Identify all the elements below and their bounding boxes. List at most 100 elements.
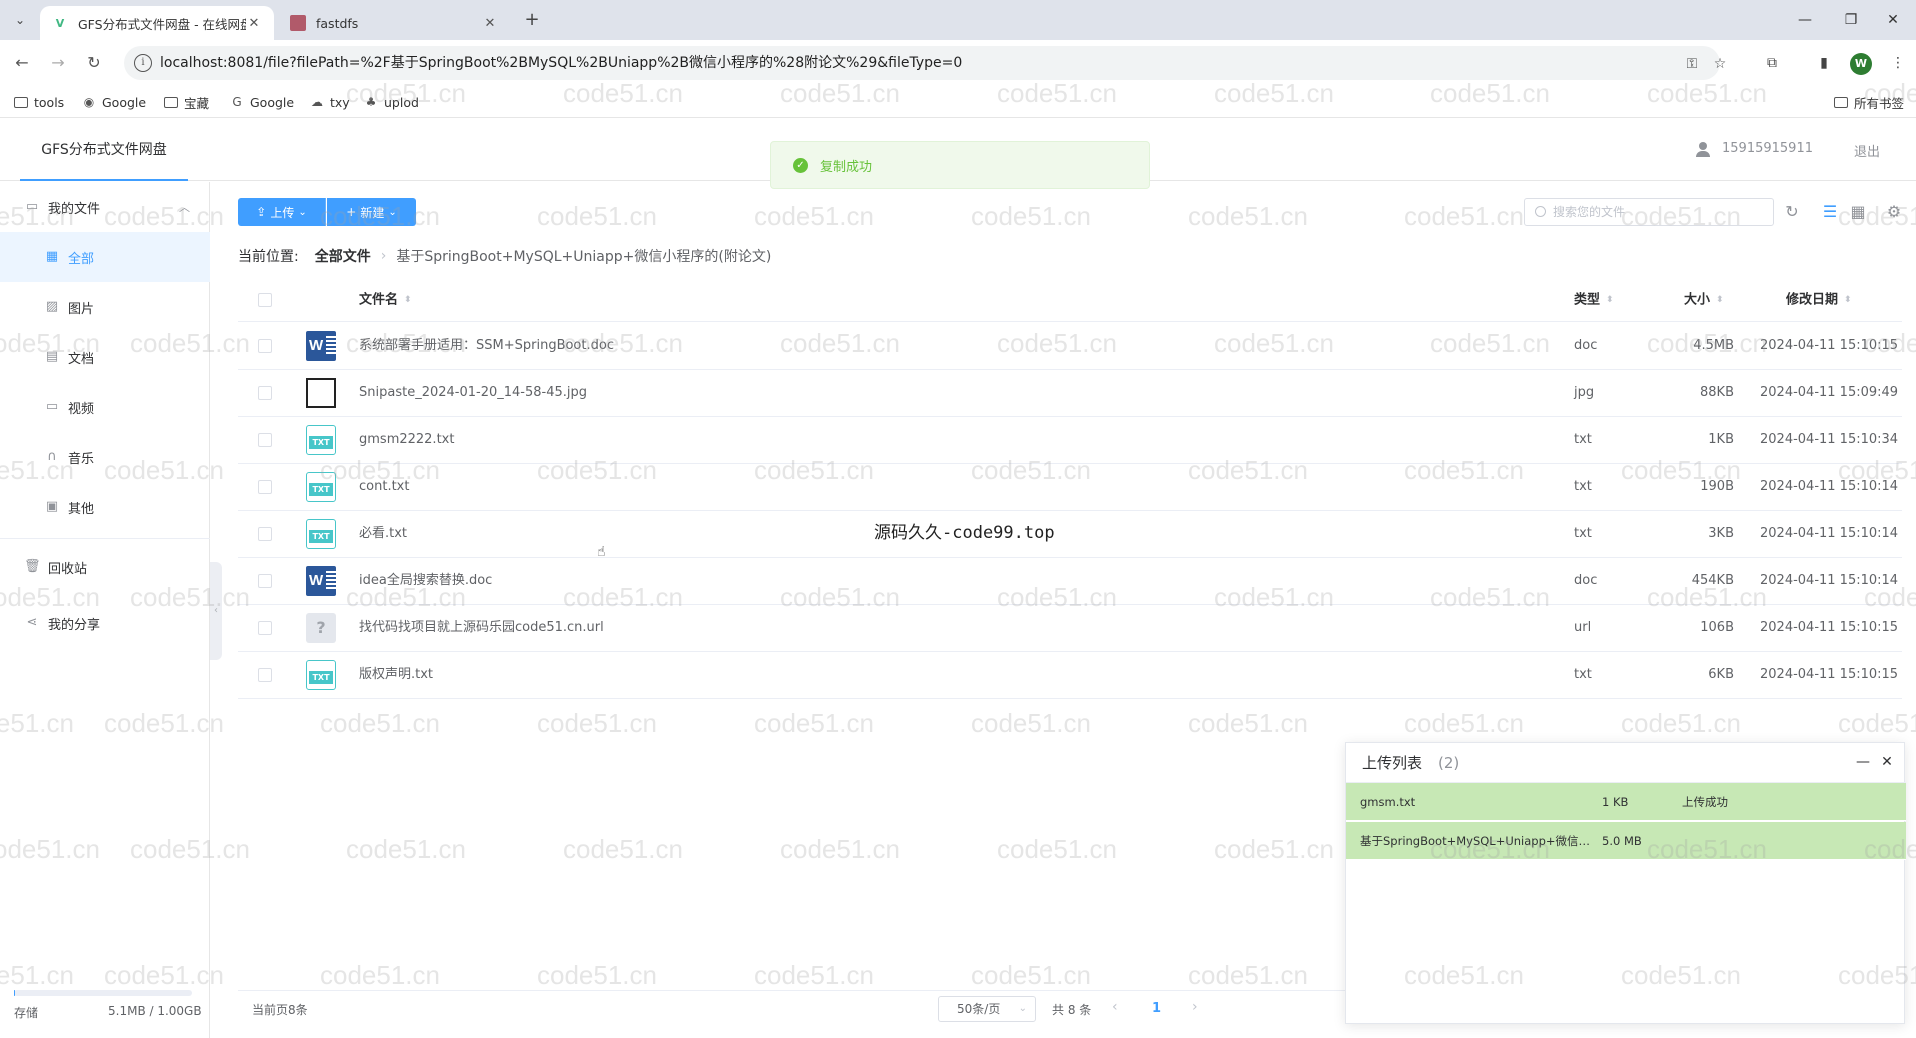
close-icon[interactable]: ✕ <box>1878 753 1896 771</box>
bookmark-label: txy <box>330 94 350 110</box>
create-button[interactable]: + 新建 ⌄ <box>327 198 416 226</box>
bookmark-google[interactable]: ◉ Google <box>82 92 146 112</box>
menu-item-music[interactable]: ∩ 音乐 <box>0 432 210 482</box>
search-input[interactable] <box>1553 203 1763 221</box>
page-size-select[interactable]: 50条/页 ⌄ <box>938 996 1036 1022</box>
cloud-icon: ☁ <box>311 95 323 109</box>
table-row[interactable]: Widea全局搜索替换.doc doc 454KB 2024-04-11 15:10:… <box>238 558 1902 605</box>
tab-search-icon[interactable]: ⌄ <box>8 8 32 32</box>
next-page-icon[interactable]: › <box>1192 999 1198 1015</box>
reload-icon[interactable]: ↻ <box>82 51 106 75</box>
browser-tab-active[interactable]: V GFS分布式文件网盘 - 在线网盘 ✕ <box>40 6 274 40</box>
page-number[interactable]: 1 <box>1152 1001 1161 1016</box>
row-checkbox[interactable] <box>258 386 272 400</box>
row-checkbox[interactable] <box>258 527 272 541</box>
file-name[interactable]: gmsm2222.txt <box>359 417 454 463</box>
table-row[interactable]: ? 找代码找项目就上源码乐园code51.cn.url url 106B 2024-04… <box>238 605 1902 652</box>
file-name[interactable]: idea全局搜索替换.doc <box>359 558 492 604</box>
breadcrumb-root[interactable]: 全部文件 <box>315 246 371 266</box>
user-icon <box>1696 141 1710 157</box>
brand-title[interactable]: GFS分布式文件网盘 <box>20 119 188 181</box>
list-view-icon[interactable]: ☰ <box>1818 200 1842 224</box>
bookmark-tools[interactable]: tools <box>14 92 64 112</box>
storage-progress-fill <box>14 990 15 996</box>
folder-icon <box>1834 96 1848 108</box>
address-bar[interactable]: i localhost:8081/file?filePath=%2F基于Spri… <box>124 46 1726 80</box>
browser-menu-icon[interactable]: ⋮ <box>1886 51 1910 75</box>
upload-item[interactable]: 基于SpringBoot+MySQL+Uniapp+微信小程序的(附论文).zi… <box>1346 822 1906 860</box>
profile-avatar[interactable]: W <box>1850 53 1872 75</box>
row-checkbox[interactable] <box>258 339 272 353</box>
row-checkbox[interactable] <box>258 433 272 447</box>
sidebar-collapse-handle[interactable]: ‹ <box>210 562 222 660</box>
column-type[interactable]: 类型 ⬍ <box>1574 282 1614 319</box>
sort-icon[interactable]: ⬍ <box>404 282 412 318</box>
password-key-icon[interactable]: ⚿ <box>1682 54 1702 74</box>
menu-item-images[interactable]: ▨ 图片 <box>0 282 210 332</box>
file-name[interactable]: 系统部署手册适用：SSM+SpringBoot.doc <box>359 323 614 369</box>
extensions-icon[interactable]: ⧉ <box>1760 51 1784 75</box>
file-date: 2024-04-11 15:09:49 <box>1760 385 1899 400</box>
file-name[interactable]: 找代码找项目就上源码乐园code51.cn.url <box>359 605 604 651</box>
side-panel-icon[interactable]: ▮ <box>1812 51 1836 75</box>
file-name[interactable]: 必看.txt <box>359 511 407 557</box>
column-date[interactable]: 修改日期 ⬍ <box>1786 282 1852 319</box>
bookmark-txy[interactable]: ☁ txy <box>310 92 350 112</box>
close-window-icon[interactable]: ✕ <box>1870 0 1916 40</box>
file-name[interactable]: cont.txt <box>359 464 409 510</box>
menu-my-files[interactable]: ▭ 我的文件 ︿ <box>0 182 210 232</box>
row-checkbox[interactable] <box>258 574 272 588</box>
bookmark-uplod[interactable]: ♣ uplod <box>364 92 419 112</box>
bookmark-treasure[interactable]: 宝藏 <box>164 92 209 112</box>
tab-close-icon[interactable]: ✕ <box>482 16 498 31</box>
select-all-checkbox[interactable] <box>258 293 272 307</box>
table-row[interactable]: W 系统部署手册适用：SSM+SpringBoot.doc doc 4.5MB 2024… <box>238 323 1902 370</box>
sort-icon[interactable]: ⬍ <box>1844 282 1852 318</box>
address-url[interactable]: localhost:8081/file?filePath=%2F基于Spring… <box>160 46 962 80</box>
menu-recycle-bin[interactable]: 🗑 回收站 <box>0 542 210 592</box>
table-row[interactable]: TXT 版权声明.txt txt 6KB 2024-04-11 15:10:15 <box>238 652 1902 699</box>
breadcrumb: 当前位置: 全部文件 › 基于SpringBoot+MySQL+Uniapp+微… <box>238 246 771 266</box>
row-checkbox[interactable] <box>258 668 272 682</box>
menu-my-share[interactable]: ⋖ 我的分享 <box>0 598 210 648</box>
settings-gear-icon[interactable]: ⚙ <box>1882 200 1906 224</box>
grid-view-icon[interactable]: ▦ <box>1846 200 1870 224</box>
menu-item-all[interactable]: ▦ 全部 <box>0 232 210 282</box>
refresh-icon[interactable]: ↻ <box>1780 200 1804 224</box>
menu-item-video[interactable]: ▭ 视频 <box>0 382 210 432</box>
prev-page-icon[interactable]: ‹ <box>1112 999 1118 1015</box>
site-info-icon[interactable]: i <box>134 54 152 72</box>
forward-icon[interactable]: → <box>46 51 70 75</box>
file-name[interactable]: Snipaste_2024-01-20_14-58-45.jpg <box>359 370 587 416</box>
file-search[interactable] <box>1524 198 1774 226</box>
table-row[interactable]: Snipaste_2024-01-20_14-58-45.jpg jpg 88KB 2… <box>238 370 1902 417</box>
minimize-icon[interactable]: — <box>1854 753 1872 771</box>
column-size[interactable]: 大小 ⬍ <box>1684 282 1724 319</box>
table-row[interactable]: TXT 必看.txt txt 3KB 2024-04-11 15:10:14 <box>238 511 1902 558</box>
file-size: 106B <box>1700 620 1734 635</box>
sort-icon[interactable]: ⬍ <box>1716 282 1724 318</box>
menu-label: 其他 <box>68 501 95 517</box>
back-icon[interactable]: ← <box>10 51 34 75</box>
row-checkbox[interactable] <box>258 480 272 494</box>
menu-item-other[interactable]: ▣ 其他 <box>0 482 210 532</box>
new-tab-button[interactable]: + <box>520 8 544 32</box>
upload-item[interactable]: gmsm.txt 1 KB 上传成功 <box>1346 783 1906 821</box>
bookmark-google-2[interactable]: G Google <box>230 92 294 112</box>
file-name[interactable]: 版权声明.txt <box>359 652 433 698</box>
table-row[interactable]: TXT cont.txt txt 190B 2024-04-11 15:10:14 <box>238 464 1902 511</box>
restore-window-icon[interactable]: ❐ <box>1828 0 1874 40</box>
browser-tab[interactable]: fastdfs ✕ <box>278 6 510 40</box>
logout-link[interactable]: 退出 <box>1854 141 1880 160</box>
upload-button[interactable]: ⇪ 上传 ⌄ <box>238 198 326 226</box>
user-info[interactable]: 15915915911 <box>1696 141 1813 157</box>
menu-item-docs[interactable]: ▤ 文档 <box>0 332 210 382</box>
bookmark-star-icon[interactable]: ☆ <box>1710 54 1730 74</box>
tab-close-icon[interactable]: ✕ <box>246 16 262 31</box>
table-row[interactable]: TXT gmsm2222.txt txt 1KB 2024-04-11 15:10:34 <box>238 417 1902 464</box>
all-bookmarks[interactable]: 所有书签 <box>1834 92 1904 112</box>
row-checkbox[interactable] <box>258 621 272 635</box>
sort-icon[interactable]: ⬍ <box>1606 282 1614 318</box>
minimize-window-icon[interactable]: — <box>1782 0 1828 40</box>
column-name[interactable]: 文件名 ⬍ <box>359 282 412 319</box>
